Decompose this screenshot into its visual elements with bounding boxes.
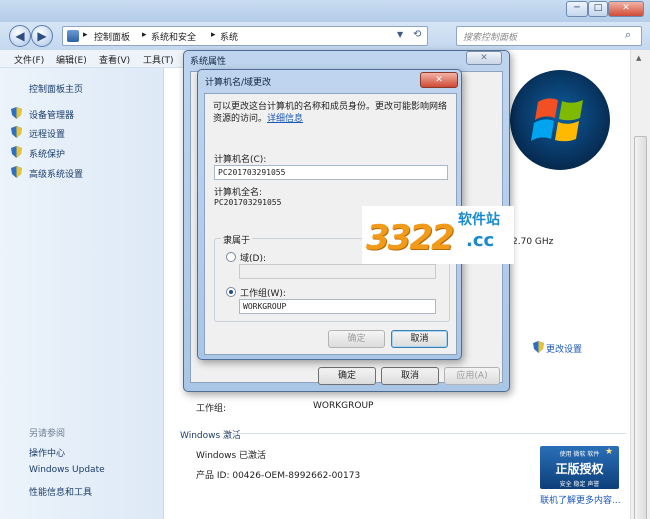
system-properties-apply-button[interactable]: 应用(A) xyxy=(444,367,500,385)
rename-dialog-close-button[interactable]: ✕ xyxy=(420,72,458,88)
breadcrumb-separator-icon: ▸ xyxy=(211,30,216,40)
sidebar: 控制面板主页 设备管理器 远程设置 系统保护 高级系统设置 另请参阅 操作中心 … xyxy=(0,68,164,519)
workgroup-radio[interactable] xyxy=(226,287,236,297)
domain-radio[interactable] xyxy=(226,252,236,262)
sidebar-item-system-protection[interactable]: 系统保护 xyxy=(29,147,65,160)
rename-cancel-button[interactable]: 取消 xyxy=(391,330,448,348)
see-also-windows-update[interactable]: Windows Update xyxy=(29,465,105,475)
uac-shield-icon xyxy=(11,107,22,119)
sidebar-item-advanced-settings[interactable]: 高级系统设置 xyxy=(29,167,83,180)
rename-description-text: 可以更改这台计算机的名称和成员身份。更改可能影响网络资源的访问。 xyxy=(213,102,448,124)
change-settings-link[interactable]: 更改设置 xyxy=(546,342,582,355)
vertical-scrollbar[interactable]: ▲ xyxy=(630,50,650,519)
sidebar-item-remote-settings[interactable]: 远程设置 xyxy=(29,127,65,140)
search-input[interactable]: 搜索控制面板 xyxy=(463,30,517,43)
search-box[interactable]: 搜索控制面板 ⌕ xyxy=(456,26,642,46)
refresh-icon[interactable]: ⟲ xyxy=(413,29,421,40)
section-divider xyxy=(232,433,626,434)
breadcrumb-control-panel[interactable]: 控制面板 xyxy=(94,30,130,43)
dropdown-arrow-icon[interactable]: ▼ xyxy=(397,30,403,39)
close-window-button[interactable]: ✕ xyxy=(608,1,644,17)
window-title-bar: ─ □ ✕ xyxy=(0,0,650,22)
domain-label: 域(D): xyxy=(240,254,266,264)
genuine-badge-main: 正版授权 xyxy=(555,462,604,476)
system-properties-cancel-button[interactable]: 取消 xyxy=(381,367,439,385)
see-also-performance[interactable]: 性能信息和工具 xyxy=(29,485,92,498)
sidebar-home-link[interactable]: 控制面板主页 xyxy=(29,82,83,95)
details-link[interactable]: 详细信息 xyxy=(267,114,303,124)
rename-dialog-title: 计算机名/域更改 xyxy=(205,78,272,88)
menu-edit[interactable]: 编辑(E) xyxy=(56,53,87,66)
search-icon[interactable]: ⌕ xyxy=(625,28,631,42)
activation-heading: Windows 激活 xyxy=(180,431,242,441)
breadcrumb-system[interactable]: 系统 xyxy=(220,30,238,43)
processor-speed: 2.70 GHz xyxy=(512,237,554,247)
minimize-button[interactable]: ─ xyxy=(566,1,588,17)
system-properties-close-button[interactable]: ✕ xyxy=(466,51,502,65)
workgroup-input[interactable]: WORKGROUP xyxy=(239,299,436,314)
menu-tools[interactable]: 工具(T) xyxy=(143,53,174,66)
address-bar[interactable]: ▸ 控制面板 ▸ 系统和安全 ▸ 系统 ▼ ⟲ xyxy=(62,26,428,46)
uac-shield-icon xyxy=(11,166,22,178)
workgroup-radio-label: 工作组(W): xyxy=(240,289,286,299)
computer-name-label: 计算机名(C): xyxy=(214,155,267,165)
forward-arrow-icon[interactable]: ▶ xyxy=(31,25,53,47)
breadcrumb-separator-icon: ▸ xyxy=(142,30,147,40)
uac-shield-icon xyxy=(533,341,544,353)
computer-name-input[interactable]: PC201703291055 xyxy=(214,165,448,180)
scroll-up-icon[interactable]: ▲ xyxy=(636,54,641,62)
control-panel-icon xyxy=(67,30,79,42)
breadcrumb-system-security[interactable]: 系统和安全 xyxy=(151,30,196,43)
menu-file[interactable]: 文件(F) xyxy=(14,53,44,66)
see-also-action-center[interactable]: 操作中心 xyxy=(29,446,65,459)
see-also-heading: 另请参阅 xyxy=(29,429,66,439)
watermark-domain: .cc xyxy=(466,230,495,251)
full-computer-name-value: PC201703291055 xyxy=(214,198,282,207)
member-of-label: 隶属于 xyxy=(221,233,253,246)
back-arrow-icon[interactable]: ◀ xyxy=(9,25,31,47)
system-properties-title: 系统属性 xyxy=(190,57,227,67)
domain-input[interactable] xyxy=(239,264,436,279)
workgroup-label: 工作组: xyxy=(196,404,227,414)
breadcrumb-separator-icon: ▸ xyxy=(83,30,88,40)
star-icon: ★ xyxy=(605,447,614,457)
full-computer-name-label: 计算机全名: xyxy=(214,188,263,198)
scrollbar-thumb[interactable] xyxy=(634,136,647,519)
watermark-cn-text: 软件站 xyxy=(458,212,500,228)
product-id: 产品 ID: 00426-OEM-8992662-00173 xyxy=(196,471,361,481)
system-properties-ok-button[interactable]: 确定 xyxy=(318,367,376,385)
rename-description: 可以更改这台计算机的名称和成员身份。更改可能影响网络资源的访问。详细信息 xyxy=(213,101,449,125)
site-watermark: 3322 软件站 .cc xyxy=(362,206,514,264)
learn-more-link[interactable]: 联机了解更多内容... xyxy=(540,493,621,506)
watermark-digits: 3322 xyxy=(366,218,455,258)
activation-status: Windows 已激活 xyxy=(196,451,267,461)
rename-ok-button[interactable]: 确定 xyxy=(328,330,385,348)
genuine-badge: 使用 微软 软件 正版授权 安全 稳定 声誉 ★ xyxy=(540,446,619,489)
maximize-button[interactable]: □ xyxy=(588,1,608,17)
menu-bar: 文件(F) 编辑(E) 查看(V) 工具(T) xyxy=(0,50,190,68)
sidebar-item-device-manager[interactable]: 设备管理器 xyxy=(29,108,74,121)
menu-view[interactable]: 查看(V) xyxy=(99,53,130,66)
windows-logo xyxy=(510,70,610,170)
workgroup-value: WORKGROUP xyxy=(313,401,374,411)
uac-shield-icon xyxy=(11,126,22,138)
uac-shield-icon xyxy=(11,146,22,158)
genuine-badge-bottom: 安全 稳定 声誉 xyxy=(559,481,600,488)
